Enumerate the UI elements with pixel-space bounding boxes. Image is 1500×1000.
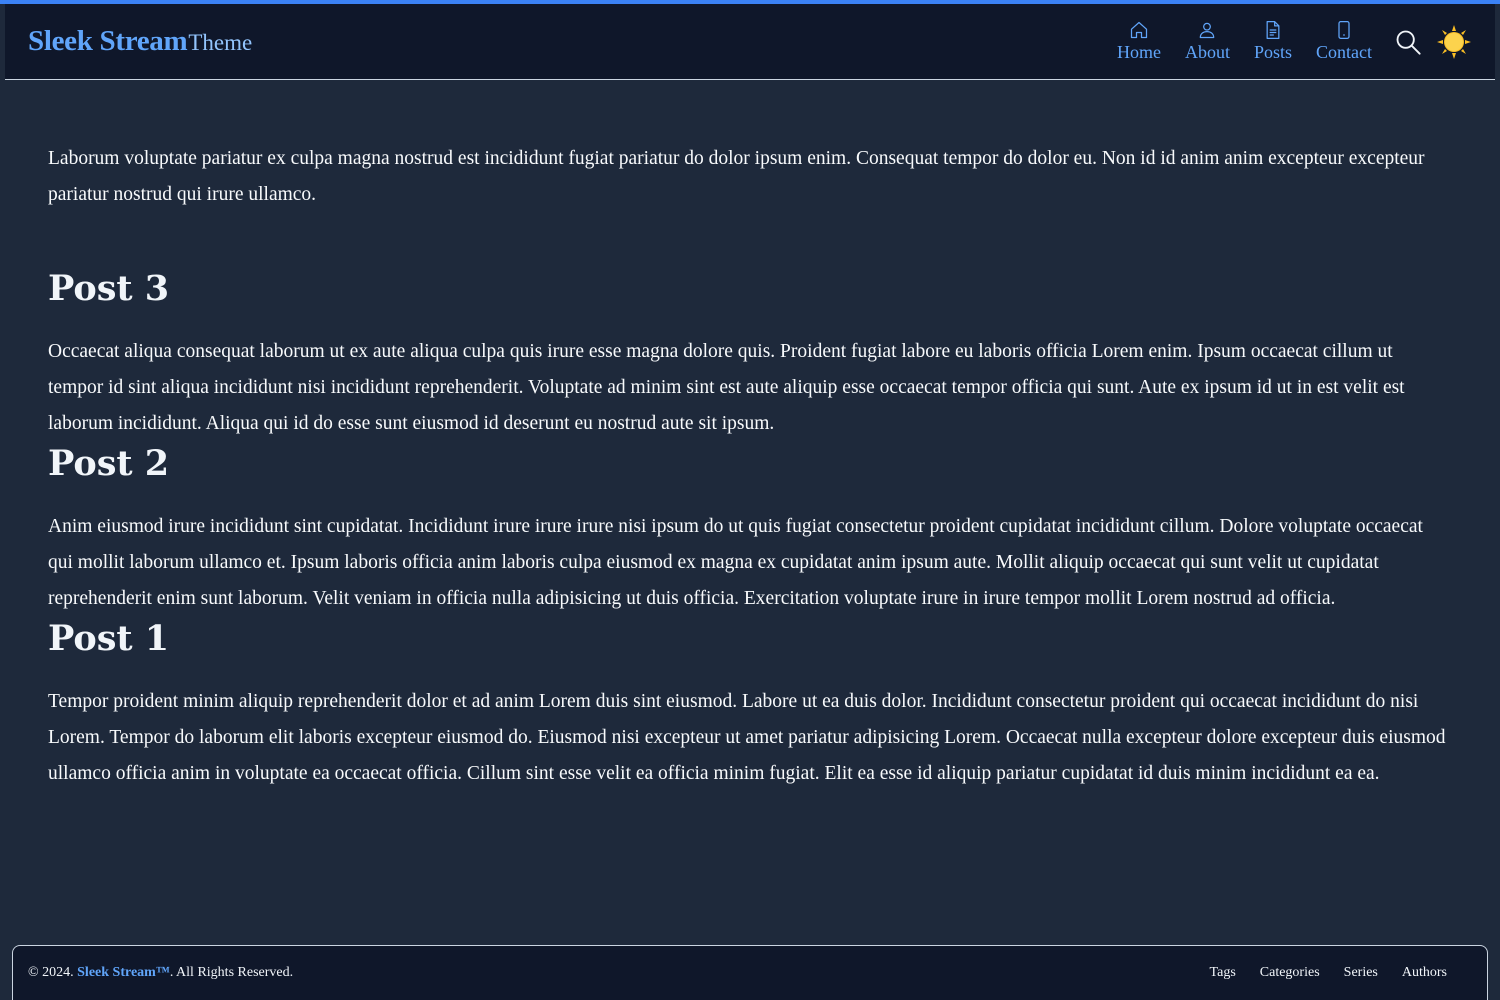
user-icon [1200,22,1215,39]
footer-link-categories[interactable]: Categories [1260,965,1320,981]
main-content: Laborum voluptate pariatur ex culpa magn… [0,80,1500,940]
sun-icon[interactable] [1436,24,1472,60]
footer-link-tags[interactable]: Tags [1210,965,1236,981]
home-icon [1130,21,1148,39]
search-icon[interactable] [1394,28,1422,56]
post-body: Tempor proident minim aliquip reprehende… [48,691,1446,784]
nav-label-posts: Posts [1253,42,1292,62]
site-header: Sleek Stream Theme Home About Posts Cont… [5,4,1495,80]
brand-suffix: Theme [188,30,253,55]
intro-text: Laborum voluptate pariatur ex culpa magn… [48,148,1425,205]
post-body: Occaecat aliqua consequat laborum ut ex … [48,341,1405,434]
nav-label-home: Home [1116,42,1161,62]
footer-link-series[interactable]: Series [1344,965,1378,981]
copyright-brand-link[interactable]: Sleek Stream™ [77,965,170,980]
nav-item-about[interactable]: About [1185,20,1230,63]
copyright: © 2024. Sleek Stream™. All Rights Reserv… [28,965,293,981]
post-title[interactable]: Post 3 [48,267,1452,311]
post-item: Post 3 Occaecat aliqua consequat laborum… [48,267,1452,442]
post-title[interactable]: Post 1 [48,617,1452,661]
header-actions: Home About Posts Contact [1117,20,1472,63]
post-body: Anim eiusmod irure incididunt sint cupid… [48,516,1423,609]
phone-icon [1338,21,1350,39]
nav-item-contact[interactable]: Contact [1316,20,1372,63]
post-item: Post 1 Tempor proident minim aliquip rep… [48,617,1452,792]
nav-item-home[interactable]: Home [1117,20,1161,63]
footer-links: Tags Categories Series Authors [1186,965,1447,981]
nav-label-about: About [1184,42,1230,62]
footer-link-authors[interactable]: Authors [1402,965,1447,981]
brand-logo[interactable]: Sleek Stream Theme [28,25,252,58]
nav-label-contact: Contact [1316,42,1372,62]
post-title[interactable]: Post 2 [48,442,1452,486]
brand-name: Sleek Stream [28,25,188,57]
copyright-suffix: . All Rights Reserved. [169,965,294,980]
document-icon [1266,21,1280,39]
copyright-prefix: © 2024. [28,965,74,980]
main-nav: Home About Posts Contact [1117,20,1372,63]
site-footer: © 2024. Sleek Stream™. All Rights Reserv… [12,945,1488,1000]
post-item: Post 2 Anim eiusmod irure incididunt sin… [48,442,1452,617]
nav-item-posts[interactable]: Posts [1254,20,1292,63]
